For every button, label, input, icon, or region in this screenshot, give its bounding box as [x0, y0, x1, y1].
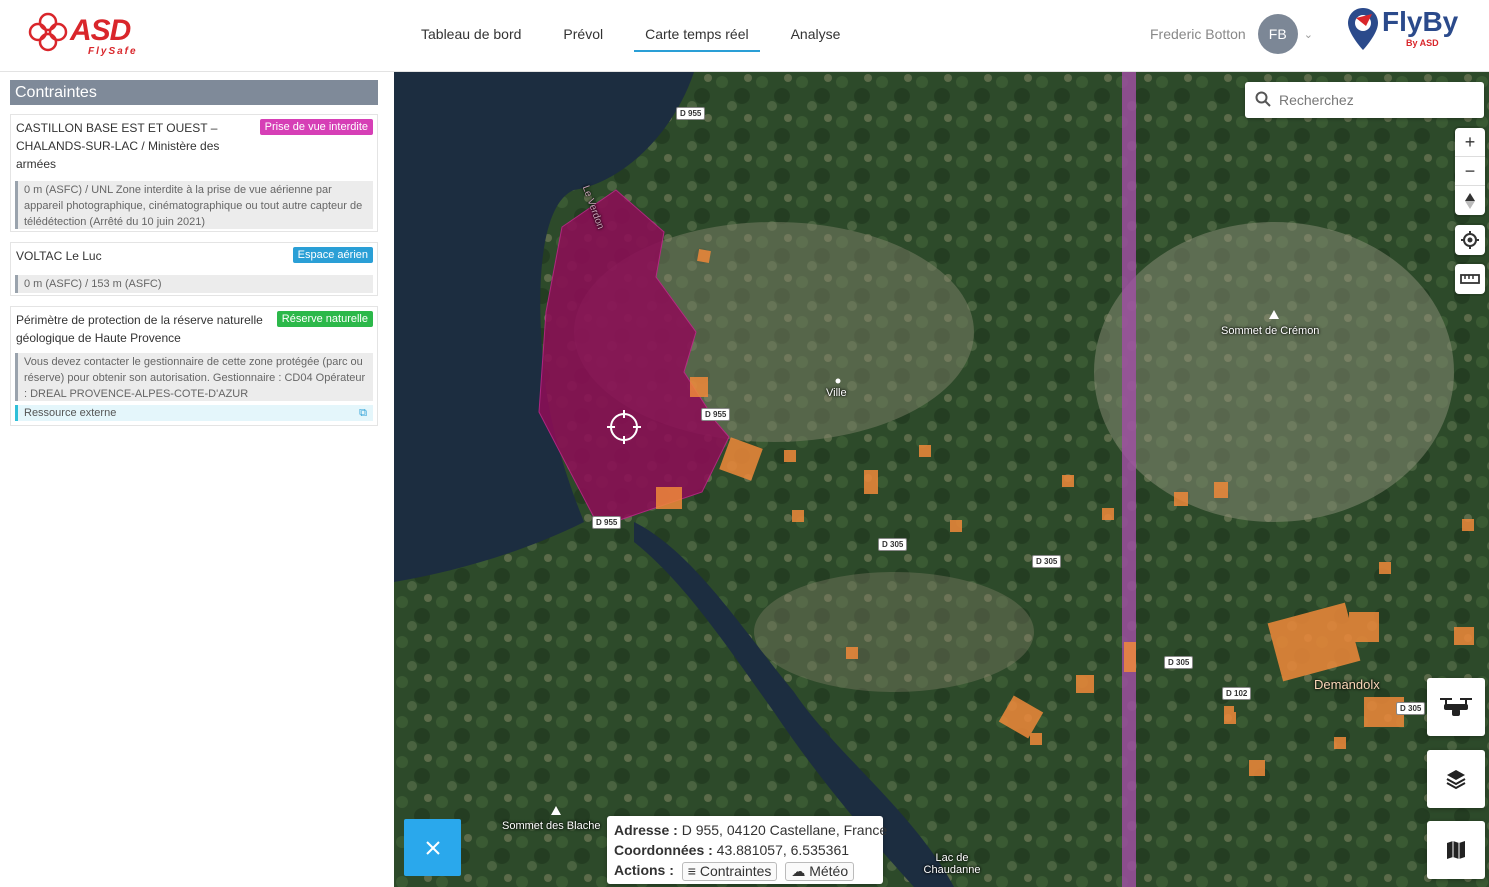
road-label: D 955	[592, 516, 622, 529]
constraint-name: VOLTAC Le Luc	[16, 249, 102, 263]
location-info-popup: Adresse : D 955, 04120 Castellane, Franc…	[607, 816, 887, 884]
nav-tableau-de-bord[interactable]: Tableau de bord	[410, 0, 532, 72]
map-search[interactable]	[1245, 82, 1484, 118]
place-label: Sommet de Crémon	[1221, 325, 1320, 337]
drone-button[interactable]	[1427, 678, 1485, 736]
nav-prevol[interactable]: Prévol	[552, 0, 614, 72]
constraint-description: 0 m (ASFC) / UNL Zone interdite à la pri…	[15, 181, 373, 229]
weather-action-label: Météo	[809, 862, 849, 879]
village-dot-icon	[835, 378, 841, 384]
coordinates-label: Coordonnées :	[614, 842, 713, 858]
close-button[interactable]	[404, 819, 461, 876]
address-line: Adresse : D 955, 04120 Castellane, Franc…	[614, 820, 887, 840]
external-link-icon[interactable]: ⧉	[359, 405, 367, 421]
constraint-name: CASTILLON BASE EST ET OUEST – CHALANDS-S…	[16, 121, 220, 171]
constraint-badge: Espace aérien	[292, 247, 373, 263]
layers-button[interactable]	[1427, 750, 1485, 808]
panel-title: Contraintes	[10, 80, 378, 105]
app-header: ASD FlySafe Tableau de bord Prévol Carte…	[0, 0, 1489, 72]
road-label: D 305	[1396, 702, 1426, 715]
actions-label: Actions :	[614, 862, 674, 878]
search-icon	[1255, 91, 1271, 107]
address-value: D 955, 04120 Castellane, France	[681, 822, 888, 838]
zoom-controls: + −	[1455, 128, 1485, 215]
constraint-description: 0 m (ASFC) / 153 m (ASFC)	[15, 275, 373, 293]
flyby-byline: By ASD	[1406, 38, 1439, 48]
asd-tagline: FlySafe	[88, 46, 138, 57]
constraint-badge: Réserve naturelle	[276, 311, 373, 327]
coordinates-value: 43.881057, 6.535361	[716, 842, 850, 858]
place-label: Sommet des Blache	[502, 820, 601, 832]
nav-analyse[interactable]: Analyse	[780, 0, 852, 72]
asd-wordmark: ASD	[70, 14, 131, 47]
actions-line: Actions : ≡ Contraintes ☁ Météo	[614, 860, 876, 881]
constraints-action-label: Contraintes	[699, 862, 772, 879]
address-label: Adresse :	[614, 822, 678, 838]
layers-icon: ≡	[687, 862, 696, 879]
place-label: Demandolx	[1314, 677, 1380, 692]
flyby-wordmark: FlyBy	[1382, 6, 1459, 37]
constraint-description: Vous devez contacter le gestionnaire de …	[15, 353, 373, 401]
constraint-card[interactable]: CASTILLON BASE EST ET OUEST – CHALANDS-S…	[10, 114, 378, 232]
constraint-card[interactable]: Périmètre de protection de la réserve na…	[10, 306, 378, 426]
road-label: D 305	[1032, 555, 1062, 568]
mountain-ridge	[754, 572, 1034, 692]
satellite-map[interactable]	[394, 72, 1489, 887]
external-resource-label: Ressource externe	[24, 407, 117, 419]
constraint-name: Périmètre de protection de la réserve na…	[16, 313, 263, 345]
road-label: D 955	[701, 408, 731, 421]
mountain-ridge	[1094, 222, 1454, 522]
flyby-logo[interactable]: FlyBy By ASD	[1346, 6, 1459, 56]
search-input[interactable]	[1279, 90, 1469, 110]
road-label: D 305	[878, 538, 908, 551]
road-label: D 102	[1222, 687, 1252, 700]
constraint-badge: Prise de vue interdite	[259, 119, 373, 135]
constraints-sidebar: Contraintes CASTILLON BASE EST ET OUEST …	[0, 72, 394, 887]
external-resource-link[interactable]: Ressource externe ⧉	[15, 405, 373, 421]
layers-icon	[1446, 770, 1466, 790]
ruler-icon[interactable]	[1455, 264, 1485, 294]
drone-icon	[1440, 698, 1472, 716]
map-icon	[1447, 841, 1465, 859]
weather-action-button[interactable]: ☁ Météo	[785, 861, 855, 881]
chevron-down-icon[interactable]: ⌄	[1304, 28, 1313, 41]
road-label: D 955	[676, 107, 706, 120]
flyby-pin-icon	[1348, 8, 1378, 50]
zoom-out-icon[interactable]: −	[1455, 157, 1485, 186]
locate-icon[interactable]	[1455, 225, 1485, 255]
map-view[interactable]: Ville Sommet de Crémon Demandolx Sommet …	[394, 72, 1489, 887]
place-label: Lac de Chaudanne	[923, 852, 981, 876]
constraints-action-button[interactable]: ≡ Contraintes	[681, 861, 778, 881]
nav-carte-temps-reel[interactable]: Carte temps réel	[634, 0, 760, 52]
airspace-boundary[interactable]	[1122, 72, 1136, 887]
user-name: Frederic Botton	[1150, 26, 1246, 42]
asd-flysafe-logo[interactable]: ASD FlySafe	[24, 8, 136, 60]
coordinates-line: Coordonnées : 43.881057, 6.535361	[614, 840, 876, 860]
basemap-button[interactable]	[1427, 821, 1485, 879]
road-label: D 305	[1164, 656, 1194, 669]
user-menu[interactable]: Frederic Botton FB ⌄	[1150, 14, 1313, 54]
close-icon	[425, 840, 440, 855]
zoom-in-icon[interactable]: +	[1455, 128, 1485, 157]
place-label: Ville	[826, 387, 847, 399]
weather-icon: ☁	[791, 862, 806, 879]
compass-icon[interactable]	[1455, 186, 1485, 215]
constraint-card[interactable]: VOLTAC Le Luc Espace aérien 0 m (ASFC) /…	[10, 242, 378, 296]
avatar[interactable]: FB	[1257, 14, 1298, 54]
asd-logo-mark	[28, 12, 68, 52]
main-nav: Tableau de bord Prévol Carte temps réel …	[410, 0, 871, 72]
